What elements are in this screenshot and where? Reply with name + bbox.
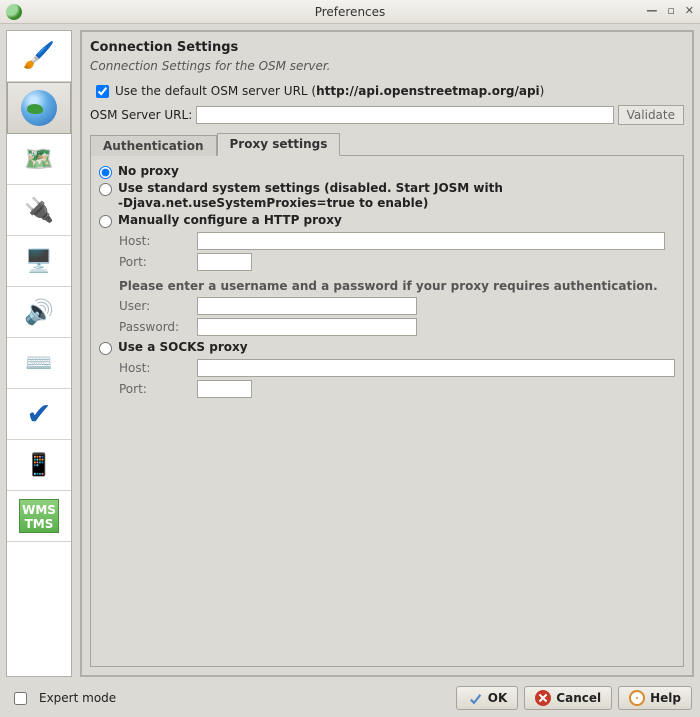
globe-icon <box>21 90 57 126</box>
radio-system-proxy-label: Use standard system settings (disabled. … <box>118 181 503 211</box>
server-url-label: OSM Server URL: <box>90 108 192 122</box>
paint-icon: 🖌️ <box>23 41 55 71</box>
http-password-input[interactable] <box>197 318 417 336</box>
sidebar-item-connection[interactable] <box>7 82 71 134</box>
tab-proxy-settings[interactable]: Proxy settings <box>217 133 341 156</box>
tab-authentication[interactable]: Authentication <box>90 135 217 156</box>
radio-socks-proxy-label: Use a SOCKS proxy <box>118 340 248 355</box>
use-default-url-row: Use the default OSM server URL (http://a… <box>90 83 684 99</box>
validate-button[interactable]: Validate <box>618 105 684 125</box>
wms-tms-icon: WMS TMS <box>19 499 59 533</box>
server-url-input[interactable] <box>196 106 613 124</box>
http-port-input[interactable] <box>197 253 252 271</box>
window-title: Preferences <box>0 5 700 19</box>
monitor-icon: 🖥️ <box>25 249 52 274</box>
plug-icon: 🔌 <box>24 196 54 224</box>
proxy-auth-hint: Please enter a username and a password i… <box>119 279 675 293</box>
sidebar-item-audio[interactable]: 🔊 <box>7 287 71 338</box>
remote-icon: 📱 <box>25 453 52 478</box>
check-icon: ✔ <box>26 397 51 432</box>
ok-button-label: OK <box>488 691 508 705</box>
bottom-bar: Expert mode OK Cancel Help <box>0 683 700 717</box>
radio-manual-http-proxy-label: Manually configure a HTTP proxy <box>118 213 342 228</box>
proxy-settings-tab-body: No proxy Use standard system settings (d… <box>90 155 684 667</box>
speaker-icon: 🔊 <box>24 298 54 326</box>
keyboard-icon: ⌨️ <box>25 351 52 376</box>
socks-port-label: Port: <box>119 382 197 396</box>
app-icon <box>6 4 22 20</box>
close-button[interactable]: ✕ <box>685 4 694 18</box>
panel-title: Connection Settings <box>90 40 684 55</box>
map-icon: 🗺️ <box>24 145 54 173</box>
use-default-url-label: Use the default OSM server URL (http://a… <box>115 83 544 99</box>
ok-icon <box>467 690 483 706</box>
radio-system-proxy[interactable] <box>99 183 112 196</box>
radio-manual-http-proxy[interactable] <box>99 215 112 228</box>
ok-button[interactable]: OK <box>456 686 519 710</box>
sidebar-item-validator[interactable]: ✔ <box>7 389 71 440</box>
sidebar-item-imagery[interactable]: WMS TMS <box>7 491 71 542</box>
socks-host-label: Host: <box>119 361 197 375</box>
sidebar-item-map[interactable]: 🗺️ <box>7 134 71 185</box>
socks-port-input[interactable] <box>197 380 252 398</box>
panel-subtitle: Connection Settings for the OSM server. <box>90 59 684 73</box>
expert-mode-checkbox[interactable] <box>14 692 27 705</box>
titlebar: Preferences — ▫ ✕ <box>0 0 700 24</box>
sidebar-item-remote[interactable]: 📱 <box>7 440 71 491</box>
help-button[interactable]: Help <box>618 686 692 710</box>
http-port-label: Port: <box>119 255 197 269</box>
cancel-icon <box>535 690 551 706</box>
maximize-button[interactable]: ▫ <box>667 4 674 18</box>
radio-socks-proxy[interactable] <box>99 342 112 355</box>
tab-strip: Authentication Proxy settings <box>90 133 684 156</box>
radio-no-proxy-label: No proxy <box>118 164 179 179</box>
expert-mode-label: Expert mode <box>39 691 116 705</box>
radio-no-proxy[interactable] <box>99 166 112 179</box>
http-user-label: User: <box>119 299 197 313</box>
connection-settings-panel: Connection Settings Connection Settings … <box>80 30 694 677</box>
http-proxy-group: Host: Port: Please enter a username and … <box>119 232 675 336</box>
sidebar-item-display[interactable]: 🖌️ <box>7 31 71 82</box>
cancel-button-label: Cancel <box>556 691 601 705</box>
use-default-url-checkbox[interactable] <box>96 85 109 98</box>
sidebar-item-plugins[interactable]: 🔌 <box>7 185 71 236</box>
http-host-input[interactable] <box>197 232 665 250</box>
http-password-label: Password: <box>119 320 197 334</box>
cancel-button[interactable]: Cancel <box>524 686 612 710</box>
http-user-input[interactable] <box>197 297 417 315</box>
http-host-label: Host: <box>119 234 197 248</box>
help-icon <box>629 690 645 706</box>
preferences-sidebar: 🖌️ 🗺️ 🔌 🖥️ 🔊 ⌨️ ✔ <box>6 30 72 677</box>
socks-host-input[interactable] <box>197 359 675 377</box>
minimize-button[interactable]: — <box>646 4 657 18</box>
help-button-label: Help <box>650 691 681 705</box>
sidebar-item-toolbar[interactable]: 🖥️ <box>7 236 71 287</box>
socks-proxy-group: Host: Port: <box>119 359 675 398</box>
sidebar-item-shortcuts[interactable]: ⌨️ <box>7 338 71 389</box>
